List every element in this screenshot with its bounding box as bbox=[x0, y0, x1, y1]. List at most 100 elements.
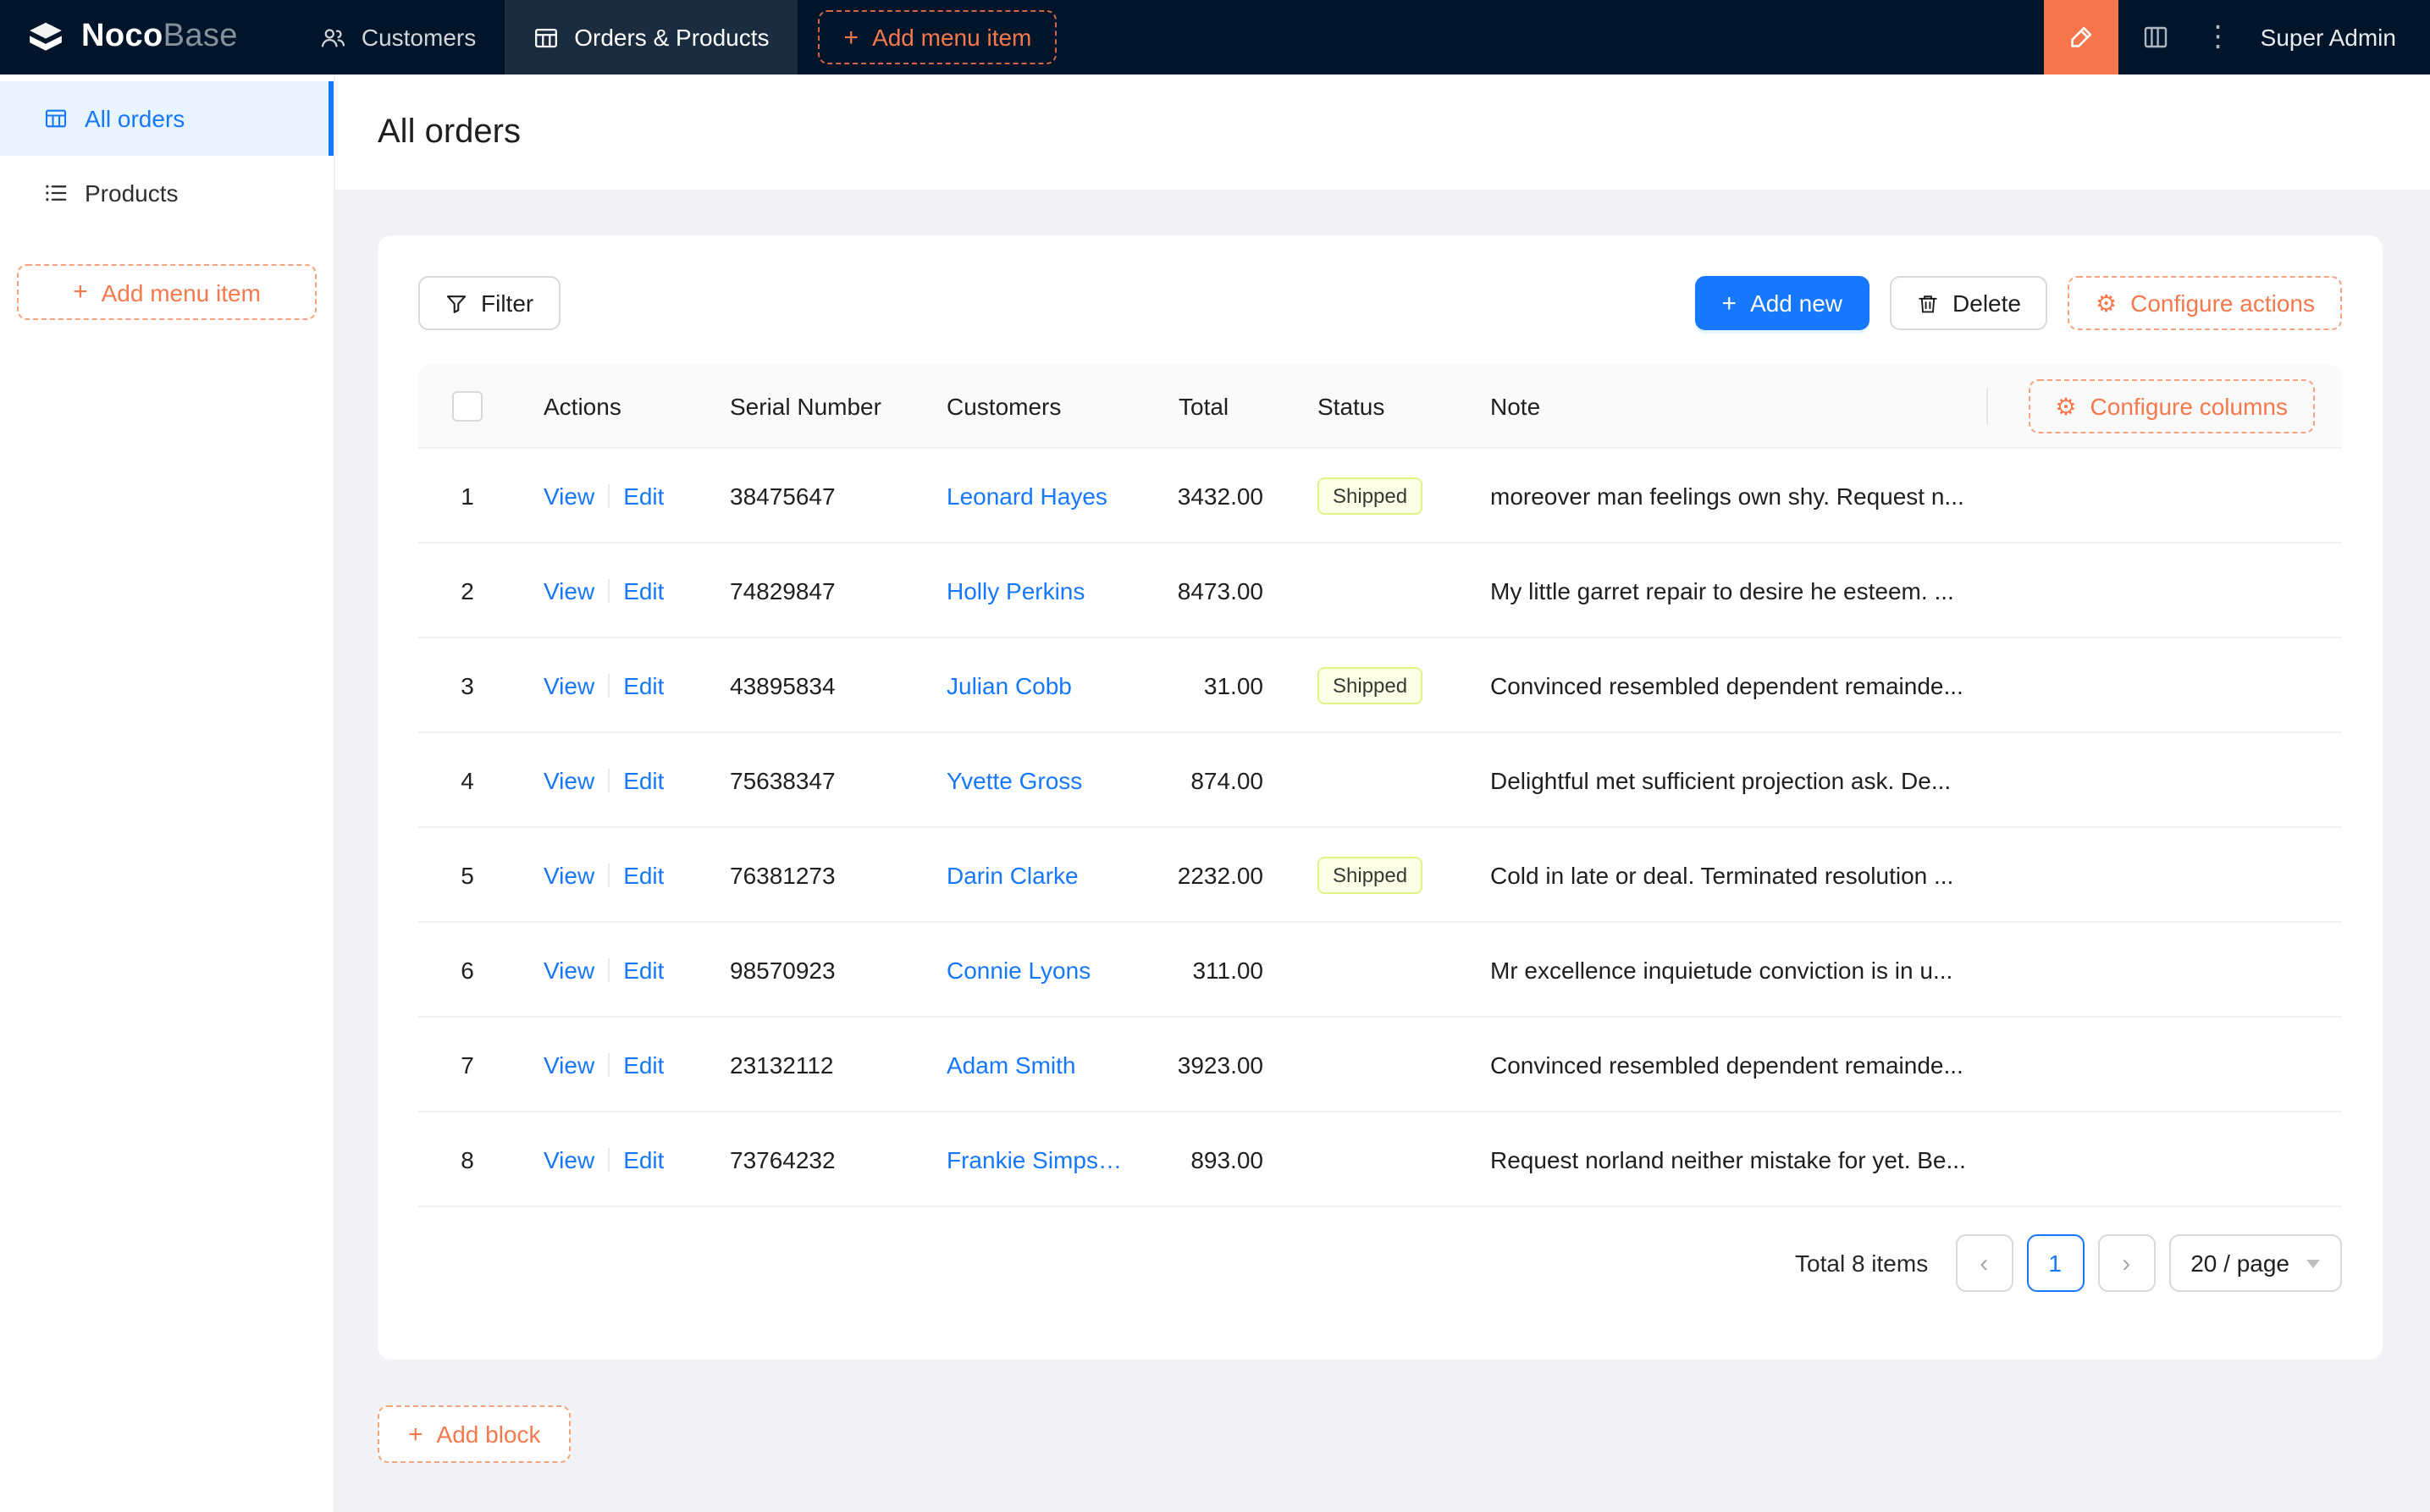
edit-link[interactable]: Edit bbox=[623, 766, 664, 793]
row-actions-cell: View Edit bbox=[516, 577, 703, 604]
edit-link[interactable]: Edit bbox=[623, 577, 664, 604]
delete-button[interactable]: Delete bbox=[1890, 276, 2048, 330]
app-header: NocoBase Customers bbox=[0, 0, 2430, 74]
customer-link[interactable]: Darin Clarke bbox=[947, 861, 1079, 888]
edit-link[interactable]: Edit bbox=[623, 861, 664, 888]
total-cell: 31.00 bbox=[1151, 671, 1290, 698]
serial-number-cell: 73764232 bbox=[703, 1145, 920, 1173]
column-header-customers: Customers bbox=[920, 392, 1151, 419]
more-menu-button[interactable]: ⋮ bbox=[2193, 0, 2244, 74]
customer-link[interactable]: Julian Cobb bbox=[947, 671, 1072, 698]
table-body: 1 View Edit 38475647 Leonard Hayes 3432.… bbox=[418, 449, 2342, 1207]
table-row: 7 View Edit 23132112 Adam Smith 3923.00 … bbox=[418, 1018, 2342, 1112]
row-index-cell: 8 bbox=[418, 1145, 516, 1173]
main-area: All orders Filter bbox=[335, 74, 2430, 1512]
edit-link[interactable]: Edit bbox=[623, 671, 664, 698]
link-divider bbox=[608, 1147, 610, 1171]
customer-cell: Holly Perkins bbox=[920, 577, 1151, 604]
customer-link[interactable]: Holly Perkins bbox=[947, 577, 1085, 604]
note-cell: Cold in late or deal. Terminated resolut… bbox=[1463, 861, 2342, 888]
customer-cell: Frankie Simpson bbox=[920, 1145, 1151, 1173]
sidebar-item-label: All orders bbox=[85, 105, 185, 132]
sidebar-item-all-orders[interactable]: All orders bbox=[0, 81, 334, 156]
link-divider bbox=[608, 673, 610, 697]
configure-actions-button[interactable]: ⚙ Configure actions bbox=[2068, 276, 2342, 330]
note-cell: Convinced resembled dependent remainde..… bbox=[1463, 1051, 2342, 1078]
column-header-note: Note bbox=[1463, 392, 1986, 419]
select-all-cell bbox=[418, 390, 516, 421]
plus-icon: + bbox=[844, 25, 859, 50]
chevron-right-icon: › bbox=[2122, 1249, 2130, 1277]
customer-link[interactable]: Frankie Simpson bbox=[947, 1145, 1124, 1173]
row-index-cell: 2 bbox=[418, 577, 516, 604]
view-link[interactable]: View bbox=[544, 1145, 594, 1173]
note-cell: My little garret repair to desire he est… bbox=[1463, 577, 2342, 604]
edit-link[interactable]: Edit bbox=[623, 956, 664, 983]
nav-item-customers[interactable]: Customers bbox=[292, 0, 505, 74]
table-icon bbox=[533, 25, 559, 50]
filter-label: Filter bbox=[481, 290, 533, 317]
add-block-label: Add block bbox=[437, 1421, 541, 1448]
configure-columns-cell: ⚙ Configure columns bbox=[1986, 378, 2342, 433]
add-menu-item-label: Add menu item bbox=[872, 24, 1031, 51]
page-size-select[interactable]: 20 / page bbox=[2168, 1234, 2342, 1292]
table-icon bbox=[44, 107, 68, 130]
add-block-button[interactable]: + Add block bbox=[378, 1405, 572, 1463]
view-link[interactable]: View bbox=[544, 1051, 594, 1078]
customer-link[interactable]: Yvette Gross bbox=[947, 766, 1082, 793]
edit-link[interactable]: Edit bbox=[623, 482, 664, 509]
pagination-prev-button[interactable]: ‹ bbox=[1955, 1234, 2013, 1292]
filter-button[interactable]: Filter bbox=[418, 276, 561, 330]
row-actions-cell: View Edit bbox=[516, 482, 703, 509]
user-menu[interactable]: Super Admin bbox=[2244, 0, 2430, 74]
status-cell: Shipped bbox=[1290, 477, 1463, 514]
pagination-page-1[interactable]: 1 bbox=[2026, 1234, 2084, 1292]
nocobase-logo[interactable]: NocoBase bbox=[0, 0, 262, 74]
header-spacer bbox=[1057, 0, 2043, 74]
table-row: 2 View Edit 74829847 Holly Perkins 8473.… bbox=[418, 544, 2342, 638]
view-link[interactable]: View bbox=[544, 482, 594, 509]
add-new-button[interactable]: + Add new bbox=[1695, 276, 1870, 330]
chevron-left-icon: ‹ bbox=[1980, 1249, 1988, 1277]
add-menu-item-label: Add menu item bbox=[102, 279, 261, 306]
nav-item-orders-products[interactable]: Orders & Products bbox=[505, 0, 798, 74]
link-divider bbox=[608, 957, 610, 981]
customer-link[interactable]: Connie Lyons bbox=[947, 956, 1091, 983]
configure-columns-button[interactable]: ⚙ Configure columns bbox=[2028, 378, 2315, 433]
gear-icon: ⚙ bbox=[2055, 394, 2076, 417]
header-add-menu-item-button[interactable]: + Add menu item bbox=[819, 10, 1058, 64]
row-index-cell: 7 bbox=[418, 1051, 516, 1078]
view-link[interactable]: View bbox=[544, 956, 594, 983]
pagination-next-button[interactable]: › bbox=[2097, 1234, 2155, 1292]
sidebar-add-menu-item-button[interactable]: + Add menu item bbox=[17, 264, 317, 320]
edit-link[interactable]: Edit bbox=[623, 1051, 664, 1078]
add-new-label: Add new bbox=[1750, 290, 1842, 317]
bookshelf-icon bbox=[2142, 24, 2169, 51]
select-all-checkbox[interactable] bbox=[452, 390, 483, 421]
logo-text: NocoBase bbox=[81, 19, 238, 56]
team-icon bbox=[321, 25, 346, 50]
view-link[interactable]: View bbox=[544, 577, 594, 604]
sidebar-item-label: Products bbox=[85, 179, 179, 207]
view-link[interactable]: View bbox=[544, 861, 594, 888]
edit-link[interactable]: Edit bbox=[623, 1145, 664, 1173]
view-link[interactable]: View bbox=[544, 671, 594, 698]
table-row: 4 View Edit 75638347 Yvette Gross 874.00… bbox=[418, 733, 2342, 828]
status-badge: Shipped bbox=[1317, 477, 1422, 514]
row-actions-cell: View Edit bbox=[516, 1145, 703, 1173]
row-index: 7 bbox=[461, 1051, 474, 1078]
logo-bold: Noco bbox=[81, 19, 163, 54]
customer-link[interactable]: Adam Smith bbox=[947, 1051, 1076, 1078]
total-cell: 2232.00 bbox=[1151, 861, 1290, 888]
logo-light: Base bbox=[163, 19, 238, 54]
link-divider bbox=[608, 768, 610, 792]
ui-editor-button[interactable] bbox=[2044, 0, 2118, 74]
link-divider bbox=[608, 483, 610, 507]
row-actions-cell: View Edit bbox=[516, 956, 703, 983]
collections-button[interactable] bbox=[2118, 0, 2193, 74]
row-index: 2 bbox=[461, 577, 474, 604]
sidebar-item-products[interactable]: Products bbox=[0, 156, 334, 230]
customer-link[interactable]: Leonard Hayes bbox=[947, 482, 1107, 509]
gear-icon: ⚙ bbox=[2096, 291, 2117, 315]
view-link[interactable]: View bbox=[544, 766, 594, 793]
